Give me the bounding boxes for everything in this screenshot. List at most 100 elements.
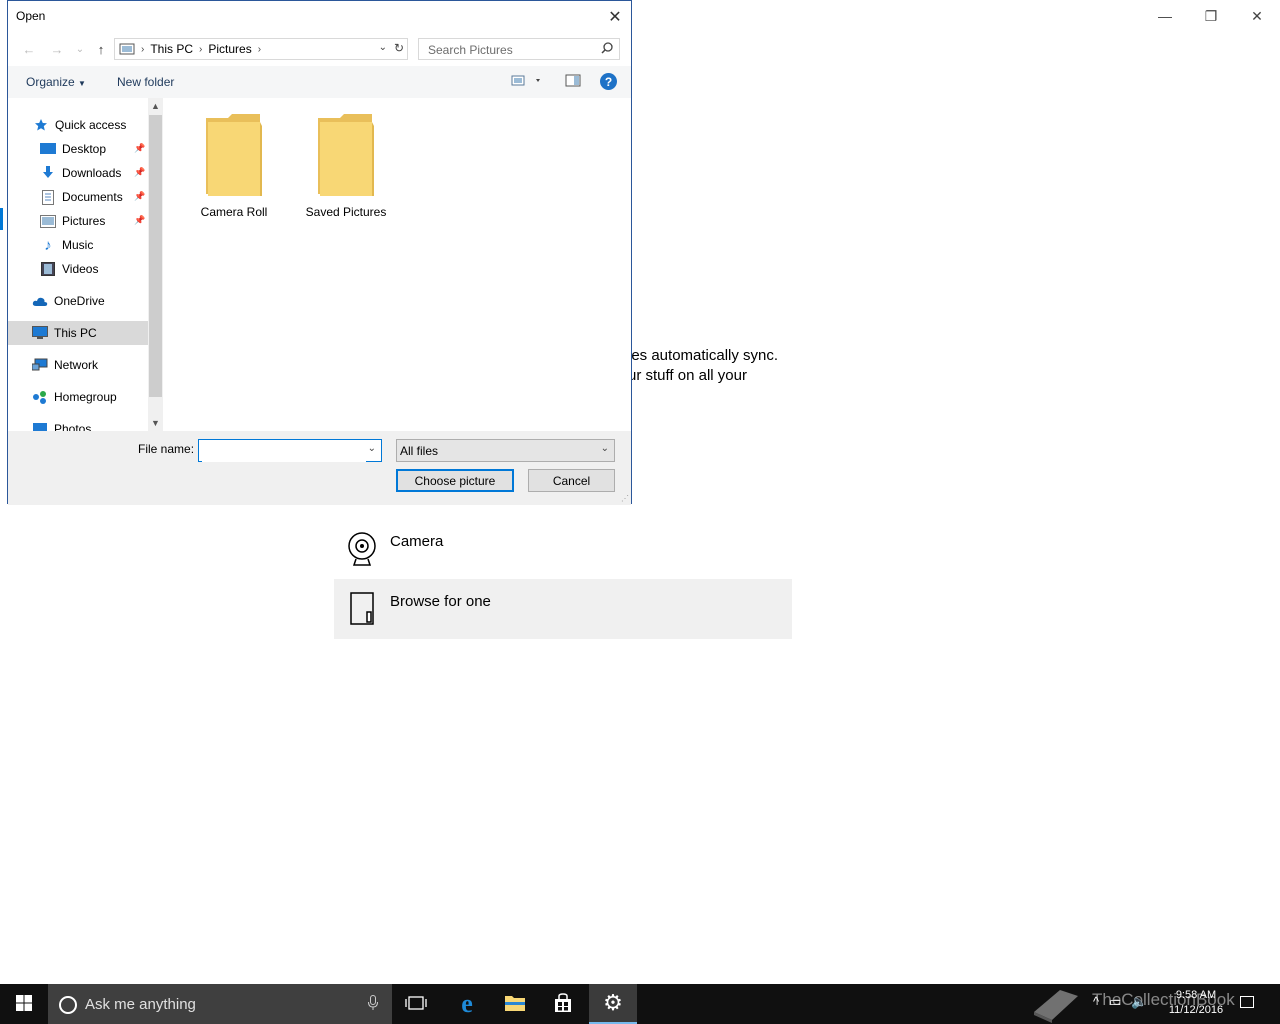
change-view-button[interactable] (511, 73, 543, 92)
file-name-input[interactable] (202, 441, 366, 462)
browse-option-label: Browse for one (390, 593, 491, 610)
nav-item-homegroup[interactable]: Homegroup (8, 385, 148, 409)
windows-logo-icon (16, 994, 32, 1014)
task-view-icon (405, 995, 427, 1014)
address-bar[interactable]: › This PC › Pictures › ⌄ ↻ (114, 38, 408, 60)
clock-date: 11/12/2016 (1168, 1004, 1224, 1016)
new-folder-button[interactable]: New folder (117, 75, 174, 89)
this-pc-icon (119, 43, 135, 55)
action-center-icon[interactable] (1240, 996, 1254, 1008)
refresh-icon[interactable]: ↻ (394, 41, 404, 55)
chevron-up-icon[interactable]: ^ (1093, 994, 1099, 1010)
nav-item-label: Quick access (55, 118, 127, 132)
file-name-combo[interactable]: ⌄ (198, 439, 382, 462)
browse-icon (334, 579, 390, 639)
nav-item-label: Desktop (62, 142, 107, 156)
nav-item-desktop[interactable]: Desktop 📌 (8, 137, 148, 161)
cortana-search-box[interactable]: Ask me anything (48, 984, 392, 1024)
scroll-up-icon[interactable]: ▲ (148, 98, 163, 114)
settings-icon: ⚙ (603, 990, 623, 1015)
organize-button[interactable]: Organize ▼ (26, 75, 86, 89)
file-explorer-button[interactable] (491, 984, 539, 1024)
navpane-scrollbar[interactable]: ▲ ▼ (148, 98, 163, 431)
chevron-down-icon[interactable]: ⌄ (368, 443, 376, 454)
pictures-icon (40, 213, 56, 229)
nav-item-photos[interactable]: Photos (8, 417, 148, 431)
dialog-titlebar[interactable]: Open ✕ (8, 1, 631, 32)
watermark: TheCollectionBook (1030, 984, 1270, 1024)
browse-option[interactable]: Browse for one (334, 579, 792, 639)
breadcrumb-this-pc[interactable]: This PC (150, 42, 193, 56)
network-status-icon[interactable]: ▭ (1109, 994, 1121, 1010)
close-window-button[interactable]: ✕ (1234, 0, 1280, 32)
nav-item-label: This PC (54, 326, 97, 340)
cloud-icon (32, 293, 48, 309)
navigation-bar: ← → ⌄ ↑ › This PC › Pictures › ⌄ ↻ (8, 32, 631, 66)
nav-item-videos[interactable]: Videos (8, 257, 148, 281)
resize-grip-icon[interactable]: ⋰ (621, 494, 629, 503)
search-icon (601, 42, 613, 57)
dialog-close-button[interactable]: ✕ (599, 1, 631, 32)
restore-button[interactable]: ❐ (1188, 0, 1234, 32)
clock[interactable]: 9:58 AM 11/12/2016 (1162, 988, 1230, 1018)
microphone-icon[interactable] (368, 995, 378, 1014)
start-button[interactable] (0, 984, 48, 1024)
search-box[interactable] (418, 38, 620, 60)
star-icon (33, 117, 49, 133)
minimize-button[interactable]: — (1142, 0, 1188, 32)
organize-label: Organize (26, 75, 75, 89)
dialog-title: Open (16, 9, 46, 23)
camera-option-label: Camera (390, 533, 444, 550)
forward-button[interactable]: → (48, 40, 66, 58)
store-button[interactable] (539, 984, 587, 1024)
cortana-icon (59, 996, 77, 1014)
open-dialog: Open ✕ ← → ⌄ ↑ › This PC › Pictures › ⌄ … (7, 0, 632, 505)
nav-item-label: Downloads (62, 166, 122, 180)
dialog-footer: File name: ⌄ All files ⌄ Choose picture … (8, 431, 631, 505)
choose-picture-button[interactable]: Choose picture (396, 469, 514, 492)
folder-item-saved-pictures[interactable]: Saved Pictures (296, 114, 396, 219)
file-type-value: All files (400, 444, 439, 458)
nav-item-music[interactable]: ♪ Music (8, 233, 148, 257)
nav-item-label: Documents (62, 190, 123, 204)
folder-label: Camera Roll (200, 205, 268, 219)
breadcrumb-separator: › (199, 43, 203, 55)
nav-item-onedrive[interactable]: OneDrive (8, 289, 148, 313)
recent-locations-button[interactable]: ⌄ (71, 40, 89, 58)
up-button[interactable]: ↑ (92, 40, 110, 58)
nav-item-label: Videos (62, 262, 99, 276)
breadcrumb-pictures[interactable]: Pictures (208, 42, 251, 56)
camera-option[interactable]: Camera (334, 519, 792, 579)
scroll-thumb[interactable] (149, 115, 162, 397)
settings-button[interactable]: ⚙ (589, 984, 637, 1024)
folder-item-camera-roll[interactable]: Camera Roll (184, 114, 284, 219)
nav-item-pictures[interactable]: Pictures 📌 (8, 209, 148, 233)
volume-icon[interactable]: 🔈 (1131, 994, 1147, 1010)
nav-item-downloads[interactable]: Downloads 📌 (8, 161, 148, 185)
command-bar: Organize ▼ New folder ? (8, 66, 631, 98)
preview-pane-button[interactable] (565, 73, 581, 92)
homegroup-icon (32, 389, 48, 405)
photos-icon (32, 421, 48, 431)
search-input[interactable] (426, 42, 600, 58)
nav-item-quick-access[interactable]: Quick access (8, 113, 148, 137)
nav-item-documents[interactable]: Documents 📌 (8, 185, 148, 209)
back-button[interactable]: ← (20, 40, 38, 58)
download-icon (40, 165, 56, 181)
help-icon: ? (600, 73, 617, 90)
videos-icon (40, 261, 56, 277)
chevron-down-icon: ▼ (78, 79, 86, 88)
file-explorer-icon (504, 994, 526, 1015)
file-type-select[interactable]: All files ⌄ (396, 439, 615, 462)
pin-icon: 📌 (134, 215, 146, 225)
help-button[interactable]: ? (600, 73, 617, 90)
nav-item-this-pc[interactable]: This PC (8, 321, 148, 345)
cancel-button[interactable]: Cancel (528, 469, 615, 492)
edge-button[interactable]: e (443, 984, 491, 1024)
preview-pane-icon (565, 74, 581, 92)
address-dropdown-icon[interactable]: ⌄ (379, 42, 387, 53)
nav-item-network[interactable]: Network (8, 353, 148, 377)
task-view-button[interactable] (392, 984, 440, 1024)
scroll-down-icon[interactable]: ▼ (148, 415, 163, 431)
nav-item-label: Photos (54, 422, 92, 431)
